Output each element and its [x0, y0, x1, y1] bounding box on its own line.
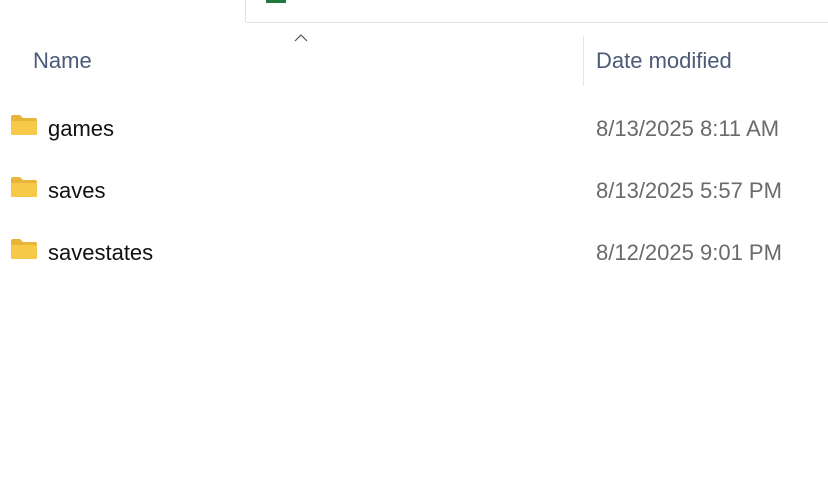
column-resize-handle[interactable] [583, 36, 584, 86]
list-item[interactable]: saves 8/13/2025 5:57 PM [0, 166, 828, 222]
list-item[interactable]: games 8/13/2025 8:11 AM [0, 104, 828, 160]
column-header-row: Name Date modified [0, 36, 828, 86]
item-name: games [48, 116, 115, 141]
search-box-fragment[interactable] [246, 0, 828, 23]
chevron-down-icon[interactable] [198, 0, 208, 2]
item-date-modified: 8/12/2025 9:01 PM [596, 240, 782, 265]
file-explorer-view: Name Date modified games 8/13/2025 8:11 … [0, 0, 828, 488]
tab-accent-icon [266, 0, 286, 3]
column-header-name[interactable]: Name [33, 48, 92, 74]
item-date-modified: 8/13/2025 8:11 AM [596, 116, 780, 141]
item-date-modified: 8/13/2025 5:57 PM [596, 178, 782, 203]
column-header-date-modified[interactable]: Date modified [596, 48, 732, 74]
folder-icon [11, 115, 37, 135]
item-name: saves [48, 178, 106, 203]
address-bar-fragment[interactable] [0, 0, 245, 22]
list-item[interactable]: savestates 8/12/2025 9:01 PM [0, 228, 828, 284]
item-name: savestates [48, 240, 154, 265]
folder-icon [11, 239, 37, 259]
folder-icon [11, 177, 37, 197]
